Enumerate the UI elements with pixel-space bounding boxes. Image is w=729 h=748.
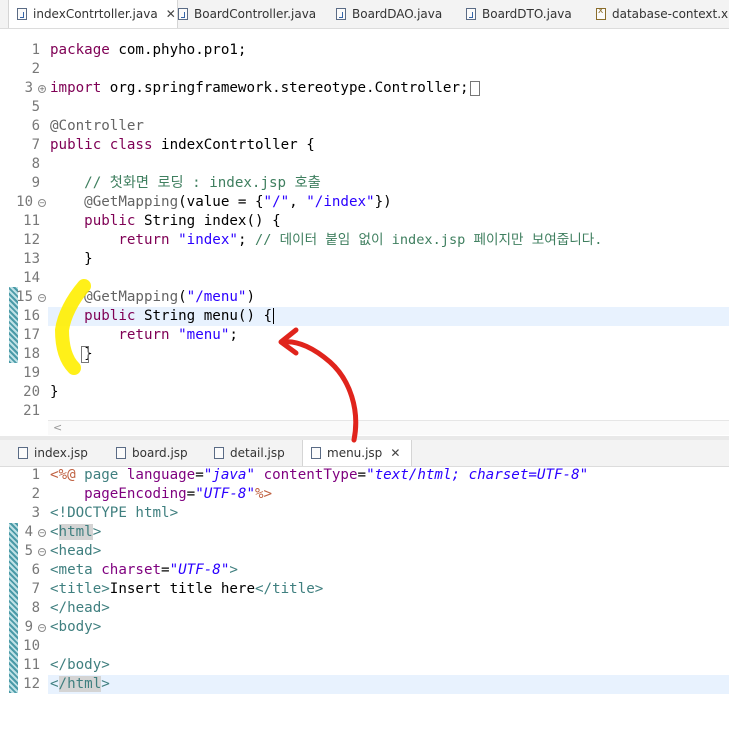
annotation-overlay [54,279,359,443]
yellow-highlight-mark [54,279,91,375]
red-arrow-shaft [280,339,359,443]
